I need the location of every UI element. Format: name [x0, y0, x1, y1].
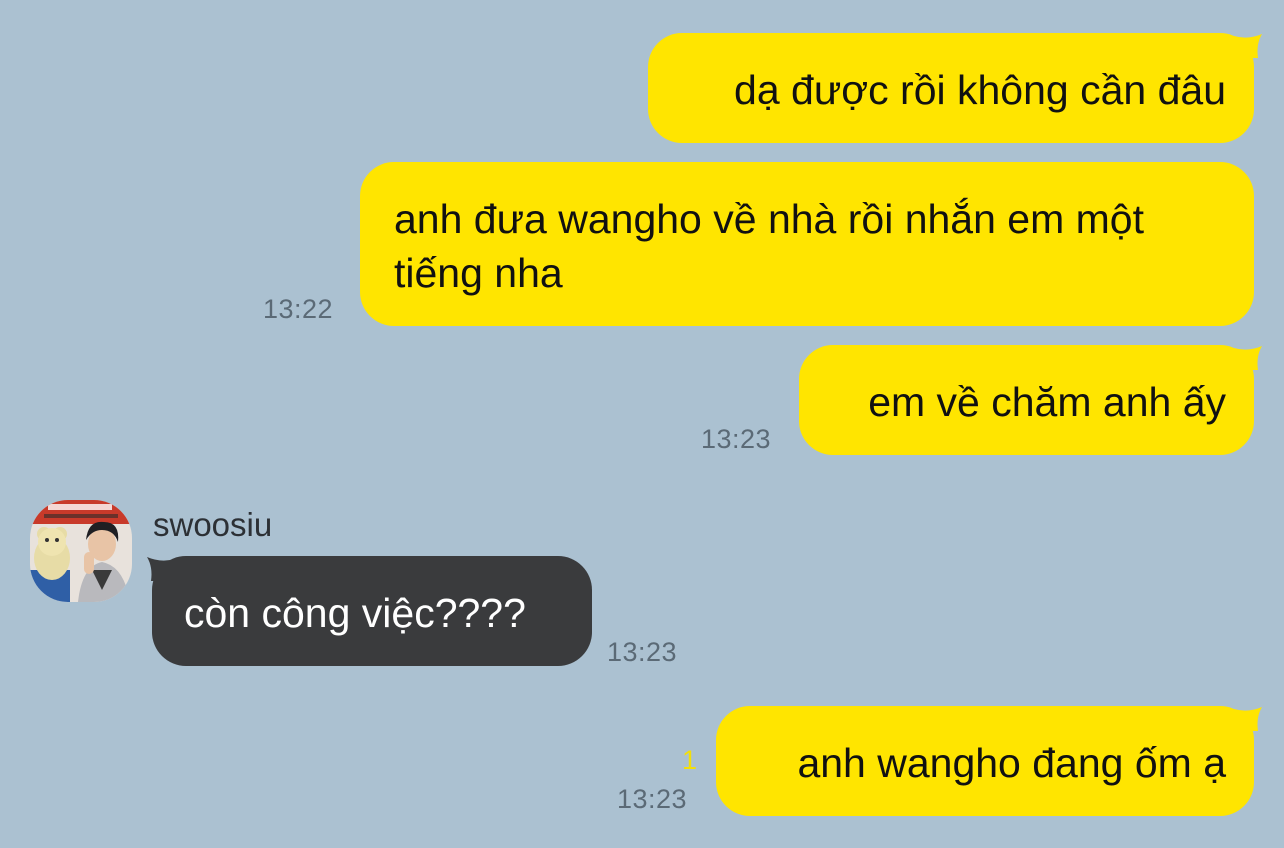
unread-count: 1	[682, 745, 698, 775]
contact-name: swoosiu	[153, 506, 273, 543]
timestamp-2: 13:22	[263, 294, 334, 324]
message-bubble-4[interactable]: còn công việc????	[152, 556, 592, 666]
message-bubble-3[interactable]: em về chăm anh ấy	[799, 345, 1254, 455]
profile-photo-icon	[30, 500, 132, 602]
timestamp-5: 13:23	[617, 784, 688, 814]
contact-avatar[interactable]	[30, 500, 132, 602]
bubble-tail-1	[1234, 34, 1262, 58]
message-text-4: còn công việc????	[184, 590, 526, 636]
message-text-2: anh đưa wangho về nhà rồi nhắn em một ti…	[394, 196, 1144, 296]
message-text-3: em về chăm anh ấy	[868, 379, 1226, 425]
timestamp-4: 13:23	[607, 637, 678, 667]
bubble-tail-3	[1234, 346, 1262, 370]
bubble-tail-4	[147, 557, 175, 581]
message-text-5: anh wangho đang ốm ạ	[797, 740, 1226, 786]
timestamp-3: 13:23	[701, 424, 772, 454]
message-bubble-1[interactable]: dạ được rồi không cần đâu	[648, 33, 1254, 143]
message-text-1: dạ được rồi không cần đâu	[734, 67, 1226, 113]
bubble-tail-5	[1234, 707, 1262, 731]
message-bubble-5[interactable]: anh wangho đang ốm ạ	[716, 706, 1254, 816]
message-bubble-2[interactable]: anh đưa wangho về nhà rồi nhắn em một ti…	[360, 162, 1254, 326]
